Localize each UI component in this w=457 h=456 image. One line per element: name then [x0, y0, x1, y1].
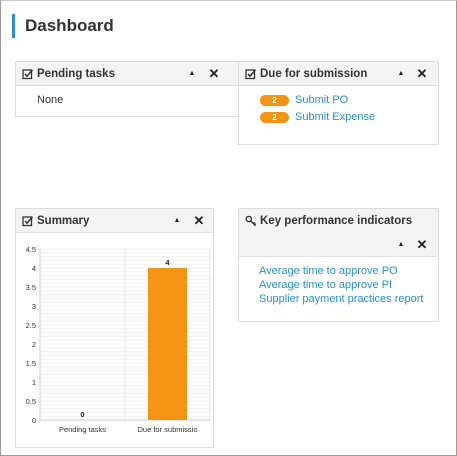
pending-empty-text: None	[37, 94, 64, 106]
summary-widget: Summary ▲ ✕ 0 0.5 1 1.5 2 2.5 3 3.5 4 4.5 0 Pending…	[15, 208, 214, 448]
collapse-icon[interactable]: ▲	[185, 62, 199, 86]
collapse-icon[interactable]: ▲	[394, 233, 408, 257]
y-tick-label: 2	[32, 340, 36, 349]
close-icon[interactable]: ✕	[192, 209, 206, 233]
y-tick-label: 2.5	[26, 321, 36, 330]
kpi-widget: Key performance indicators ▲ ✕ Average t…	[238, 208, 439, 322]
category-label: Pending tasks	[59, 425, 106, 434]
category-label: Due for submissio	[137, 425, 197, 434]
pending-tasks-header: Pending tasks ▲ ✕	[16, 62, 243, 86]
kpi-title: Key performance indicators	[260, 215, 413, 227]
close-icon[interactable]: ✕	[415, 233, 429, 257]
data-label: 4	[165, 258, 170, 267]
bar	[148, 268, 187, 420]
summary-title: Summary	[37, 215, 90, 227]
pending-tasks-title: Pending tasks	[37, 68, 115, 80]
kpi-header: Key performance indicators ▲ ✕	[239, 209, 438, 257]
count-badge: 2	[260, 94, 289, 106]
summary-header: Summary ▲ ✕	[16, 209, 213, 233]
y-tick-label: 1	[32, 378, 36, 387]
collapse-icon[interactable]: ▲	[394, 62, 408, 86]
submit-po-link[interactable]: 2 Submit PO	[260, 94, 348, 106]
collapse-icon[interactable]: ▲	[170, 209, 184, 233]
y-tick-label: 3	[32, 302, 36, 311]
due-for-submission-widget: Due for submission ▲ ✕ 2 Submit PO 2 Sub…	[238, 61, 439, 145]
pending-tasks-widget: Pending tasks ▲ ✕ None	[15, 61, 244, 117]
submit-expense-label: Submit Expense	[295, 111, 376, 123]
y-tick-label: 3.5	[26, 283, 36, 292]
summary-chart: 0 0.5 1 1.5 2 2.5 3 3.5 4 4.5 0 Pending tasks 4 Due f…	[16, 234, 213, 447]
y-tick-label: 4	[32, 264, 36, 273]
close-icon[interactable]: ✕	[415, 62, 429, 86]
key-icon	[245, 215, 257, 227]
due-header: Due for submission ▲ ✕	[239, 62, 438, 86]
y-tick-label: 1.5	[26, 359, 36, 368]
checkbox-icon	[22, 216, 34, 227]
checkbox-icon	[22, 69, 34, 80]
submit-expense-link[interactable]: 2 Submit Expense	[260, 111, 375, 123]
bar-chart: 0 0.5 1 1.5 2 2.5 3 3.5 4 4.5 0 Pending tasks 4 Due f…	[26, 245, 211, 434]
due-title: Due for submission	[260, 68, 368, 80]
checkbox-icon	[245, 69, 257, 80]
y-tick-label: 0.5	[26, 397, 36, 406]
submit-po-label: Submit PO	[295, 94, 349, 106]
kpi-link-pi[interactable]: Average time to approve PI	[259, 279, 392, 291]
data-label: 0	[80, 410, 84, 419]
y-tick-label: 0	[32, 416, 36, 425]
count-badge: 2	[260, 111, 289, 123]
y-tick-label: 4.5	[26, 245, 36, 254]
kpi-link-supplier[interactable]: Supplier payment practices report	[259, 293, 423, 305]
close-icon[interactable]: ✕	[207, 62, 221, 86]
kpi-link-po[interactable]: Average time to approve PO	[259, 265, 398, 277]
page-title: Dashboard	[12, 14, 114, 38]
